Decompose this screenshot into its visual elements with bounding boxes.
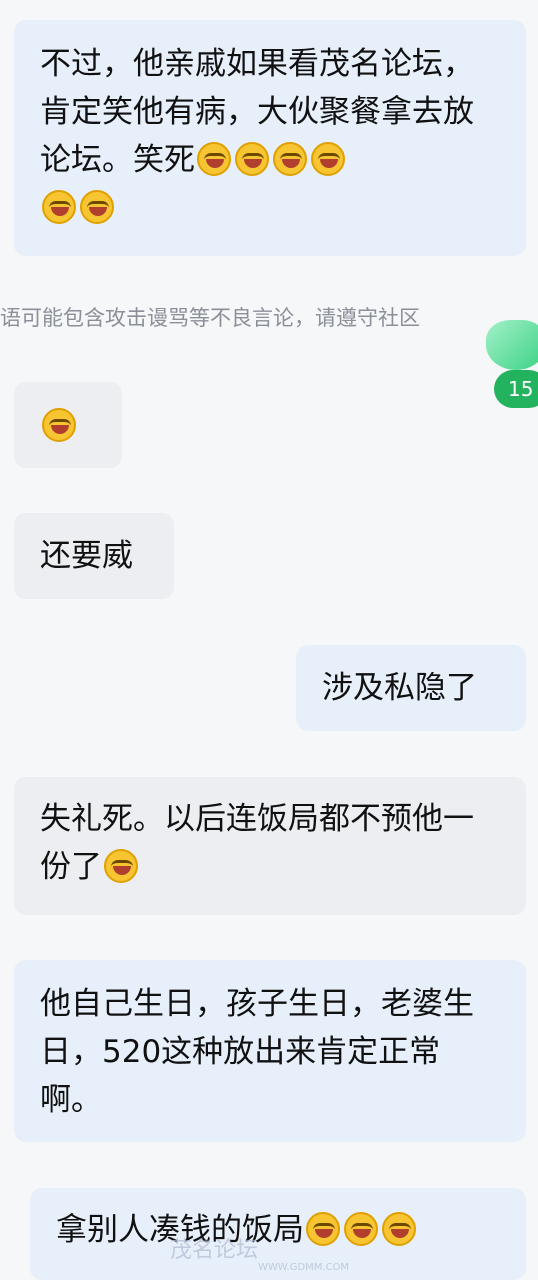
floating-count-badge[interactable]: 15 [494, 370, 538, 408]
laugh-emoji-icon [104, 849, 138, 883]
message-bubble [14, 382, 122, 468]
laugh-emoji-icon [42, 190, 76, 224]
floating-mascot-icon[interactable] [486, 320, 538, 370]
watermark-url: WWW.GDMM.COM [258, 1262, 350, 1273]
message-text: 还要威 [40, 538, 133, 574]
laugh-emoji-icon [273, 142, 307, 176]
watermark: 茂名论坛 [170, 1238, 259, 1263]
laugh-emoji-icon [344, 1212, 378, 1246]
laugh-emoji-icon [80, 190, 114, 224]
message-bubble: 涉及私隐了 [296, 645, 526, 731]
message-bubble: 他自己生日，孩子生日，老婆生日，520这种放出来肯定正常啊。 [14, 960, 526, 1142]
laugh-emoji-icon [235, 142, 269, 176]
message-text: 涉及私隐了 [322, 670, 477, 706]
laugh-emoji-icon [42, 408, 76, 442]
laugh-emoji-icon [197, 142, 231, 176]
message-bubble: 失礼死。以后连饭局都不预他一份了 [14, 777, 526, 915]
laugh-emoji-icon [306, 1212, 340, 1246]
content-warning: 语可能包含攻击谩骂等不良言论，请遵守社区 [0, 306, 420, 330]
laugh-emoji-icon [382, 1212, 416, 1246]
message-bubble: 还要威 [14, 513, 174, 599]
message-bubble: 不过，他亲戚如果看茂名论坛，肯定笑他有病，大伙聚餐拿去放论坛。笑死 [14, 20, 526, 256]
message-text: 他自己生日，孩子生日，老婆生日，520这种放出来肯定正常啊。 [40, 986, 474, 1118]
laugh-emoji-icon [311, 142, 345, 176]
